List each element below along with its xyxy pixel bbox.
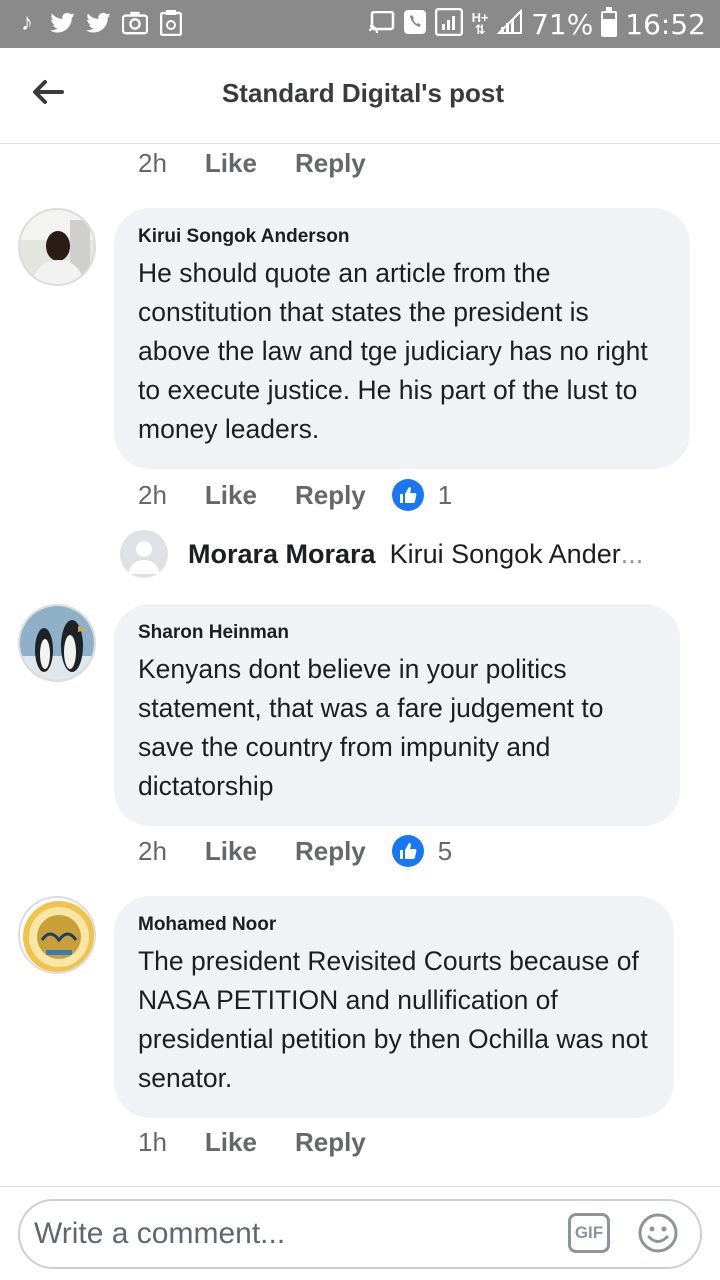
reply-button[interactable]: Reply bbox=[295, 148, 366, 179]
reaction-count: 5 bbox=[437, 835, 453, 866]
tiktok-icon: ♪ bbox=[21, 9, 33, 36]
comment-bubble: Sharon Heinman Kenyans dont believe in y… bbox=[114, 604, 680, 826]
comment-author[interactable]: Mohamed Noor bbox=[138, 914, 650, 936]
comment-time: 2h bbox=[138, 148, 167, 178]
twitter-icon bbox=[50, 8, 76, 38]
reply-button[interactable]: Reply bbox=[295, 836, 366, 867]
phone-icon bbox=[403, 9, 427, 40]
thumbs-up-icon bbox=[391, 479, 424, 511]
page-title: Standard Digital's post bbox=[221, 78, 505, 108]
comment-input[interactable]: Write a comment... bbox=[34, 1217, 285, 1251]
notification-icons: ♪ bbox=[14, 8, 184, 38]
comment-time: 2h bbox=[138, 479, 167, 510]
gif-button[interactable]: GIF bbox=[568, 1213, 610, 1253]
signal-box-icon bbox=[434, 7, 464, 41]
reactions-summary[interactable]: 1 bbox=[391, 479, 453, 511]
cast-icon bbox=[368, 10, 395, 38]
comment-actions: 2h Like Reply 5 bbox=[138, 835, 452, 867]
comment-actions: 1h Like Reply bbox=[138, 1127, 404, 1158]
like-button[interactable]: Like bbox=[205, 480, 257, 511]
comment-time: 1h bbox=[138, 1127, 167, 1157]
reply-button[interactable]: Reply bbox=[295, 480, 366, 511]
comment-bubble: Kirui Songok Anderson He should quote an… bbox=[114, 208, 690, 469]
avatar[interactable] bbox=[18, 896, 96, 974]
comment-text: He should quote an article from the cons… bbox=[138, 258, 648, 444]
comment-bubble: Mohamed Noor The president Revisited Cou… bbox=[114, 896, 674, 1118]
emoji-icon[interactable] bbox=[636, 1211, 680, 1255]
hplus-icon: H+ ⇅ bbox=[471, 10, 489, 37]
comment-author[interactable]: Sharon Heinman bbox=[138, 622, 656, 644]
thumbs-up-icon bbox=[391, 835, 424, 867]
comment-time: 2h bbox=[138, 835, 167, 866]
reply-button[interactable]: Reply bbox=[295, 1127, 366, 1158]
comment-text: Kenyans dont believe in your politics st… bbox=[138, 654, 604, 801]
clipboard-icon bbox=[158, 8, 184, 38]
comment-actions: 2h Like Reply bbox=[138, 148, 404, 179]
header: Standard Digital's post bbox=[0, 48, 720, 144]
reply-ellipsis: ... bbox=[620, 538, 644, 569]
battery-percent: 71% bbox=[531, 7, 594, 41]
like-button[interactable]: Like bbox=[205, 1127, 257, 1158]
clock: 16:52 bbox=[625, 7, 706, 41]
like-button[interactable]: Like bbox=[205, 836, 257, 867]
status-bar: ♪ H+ ⇅ 71% 16:52 bbox=[0, 0, 720, 48]
avatar[interactable] bbox=[18, 208, 96, 286]
system-status: H+ ⇅ 71% 16:52 bbox=[368, 6, 706, 42]
comment-input-box[interactable]: Write a comment... GIF bbox=[18, 1199, 702, 1269]
comment-actions: 2h Like Reply 1 bbox=[138, 479, 452, 511]
comment-author[interactable]: Kirui Songok Anderson bbox=[138, 226, 666, 248]
twitter-icon bbox=[86, 8, 112, 38]
camera-icon bbox=[122, 8, 148, 38]
comment-text: The president Revisited Courts because o… bbox=[138, 946, 648, 1093]
reply-preview[interactable]: Morara Morara Kirui Songok Ander ... bbox=[120, 530, 643, 578]
reaction-count: 1 bbox=[437, 479, 453, 510]
reply-text: Kirui Songok Ander bbox=[389, 538, 621, 569]
reactions-summary[interactable]: 5 bbox=[391, 835, 453, 867]
avatar[interactable] bbox=[18, 604, 96, 682]
reply-author: Morara Morara bbox=[188, 538, 376, 569]
comment-composer: Write a comment... GIF bbox=[0, 1186, 720, 1280]
like-button[interactable]: Like bbox=[205, 148, 257, 179]
avatar bbox=[120, 530, 168, 578]
signal-icon bbox=[496, 8, 523, 40]
battery-icon bbox=[601, 7, 618, 37]
